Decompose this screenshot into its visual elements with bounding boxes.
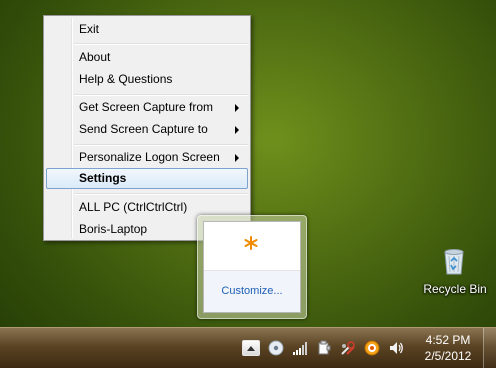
customize-link[interactable]: Customize... (204, 285, 300, 297)
clock-date: 2/5/2012 (424, 349, 472, 363)
disc-icon[interactable] (268, 340, 284, 356)
device-icon[interactable] (316, 340, 332, 356)
menu-item-about[interactable]: About (46, 47, 248, 68)
menu-item-personalize-logon[interactable]: Personalize Logon Screen (46, 147, 248, 168)
overflow-icons-area (204, 222, 300, 271)
tools-icon[interactable] (340, 340, 356, 356)
overflow-panel: Customize... (203, 221, 301, 313)
menu-separator (74, 193, 248, 195)
menu-item-get-capture[interactable]: Get Screen Capture from (46, 97, 248, 118)
submenu-arrow-icon (235, 154, 239, 162)
menu-item-send-capture[interactable]: Send Screen Capture to (46, 119, 248, 140)
network-signal-icon[interactable] (292, 340, 308, 356)
menu-item-label: Personalize Logon Screen (79, 150, 220, 164)
chevron-up-icon (247, 346, 255, 351)
app-tray-icon[interactable] (244, 236, 258, 250)
show-hidden-icons-button[interactable] (242, 340, 260, 356)
overflow-footer: Customize... (204, 271, 300, 312)
menu-item-label: Send Screen Capture to (79, 122, 208, 136)
show-desktop-button[interactable] (483, 328, 496, 368)
clock-time: 4:52 PM (425, 333, 471, 347)
app-orange-icon[interactable] (364, 340, 380, 356)
taskbar: 4:52 PM 2/5/2012 (0, 327, 496, 368)
submenu-arrow-icon (235, 126, 239, 134)
menu-item-exit[interactable]: Exit (46, 19, 248, 40)
notification-overflow-popup: Customize... (197, 215, 307, 319)
menu-item-label: Get Screen Capture from (79, 100, 214, 114)
menu-item-help[interactable]: Help & Questions (46, 69, 248, 90)
menu-separator (74, 94, 248, 96)
recycle-bin-icon[interactable] (440, 246, 468, 276)
menu-separator (74, 144, 248, 146)
submenu-arrow-icon (235, 104, 239, 112)
recycle-bin-label[interactable]: Recycle Bin (415, 282, 495, 296)
context-menu: Exit About Help & Questions Get Screen C… (43, 15, 251, 241)
volume-icon[interactable] (388, 340, 404, 356)
menu-separator (74, 43, 248, 45)
menu-item-settings[interactable]: Settings (46, 168, 248, 189)
taskbar-clock[interactable]: 4:52 PM 2/5/2012 (416, 332, 480, 364)
